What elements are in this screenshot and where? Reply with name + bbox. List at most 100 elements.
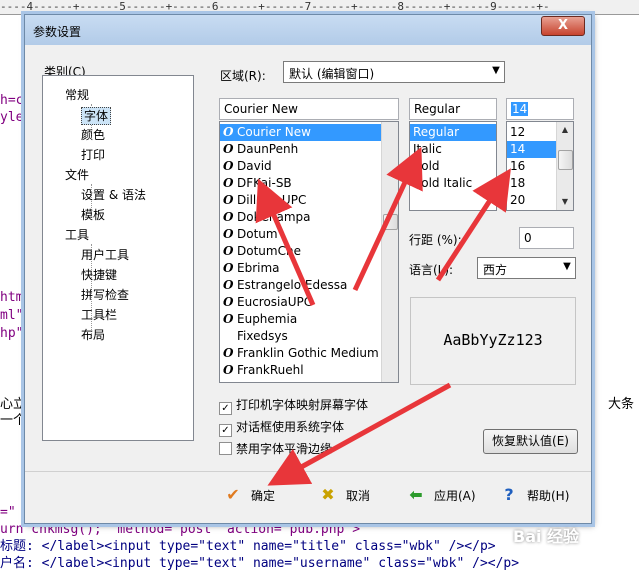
checkbox-printer-font-map[interactable]: ✓ 打印机字体映射屏幕字体: [219, 396, 368, 415]
language-dropdown[interactable]: 西方 ▼: [477, 257, 576, 279]
font-list-item[interactable]: O DFKai-SB: [220, 175, 382, 192]
tree-item-general[interactable]: 常规: [65, 87, 89, 103]
code-fragment: 心立: [0, 397, 27, 412]
code-fragment: ml": [0, 308, 24, 323]
font-list-item[interactable]: O DokChampa: [220, 209, 382, 226]
language-label: 语言(L):: [409, 263, 454, 277]
help-label: 帮助(H): [527, 489, 570, 503]
code-fragment: h=c: [0, 93, 24, 108]
font-list-item[interactable]: O Franklin Gothic Medium: [220, 345, 382, 362]
help-button[interactable]: ? 帮助(H): [499, 484, 569, 506]
opentype-font-icon: O: [223, 193, 234, 207]
arrow-left-icon: ⬅: [409, 485, 423, 504]
font-list-item[interactable]: Fixedsys: [220, 328, 382, 345]
opentype-font-icon: O: [223, 346, 234, 360]
font-name-value: Courier New: [224, 102, 298, 116]
tree-item-shortcuts[interactable]: 快捷键: [81, 267, 117, 283]
size-list-scrollbar[interactable]: ▲ ▼: [556, 122, 573, 210]
font-list-label: Courier New: [237, 125, 311, 139]
code-fragment: hp": [0, 326, 24, 341]
font-size-list[interactable]: 12 14 16 18 20 ▲ ▼: [506, 121, 574, 211]
font-list-item[interactable]: O Euphemia: [220, 311, 382, 328]
opentype-font-icon: O: [223, 312, 234, 326]
tree-item-tools[interactable]: 工具: [65, 227, 89, 243]
size-item[interactable]: 18: [507, 175, 557, 192]
line-spacing-value: 0: [524, 231, 532, 245]
scroll-down-icon[interactable]: ▼: [557, 194, 573, 210]
code-line: =": [0, 505, 16, 520]
tree-item-file[interactable]: 文件: [65, 167, 89, 183]
style-item-italic[interactable]: Italic: [410, 141, 496, 158]
size-item[interactable]: 12: [507, 124, 557, 141]
tree-item-settings-syntax[interactable]: 设置 & 语法: [81, 187, 146, 203]
tree-item-template[interactable]: 模板: [81, 207, 105, 223]
font-list-item[interactable]: O EucrosiaUPC: [220, 294, 382, 311]
tree-item-toolbar[interactable]: 工具栏: [81, 307, 117, 323]
line-spacing-field[interactable]: 0: [519, 227, 574, 249]
scrollbar-thumb[interactable]: [383, 214, 398, 230]
font-style-list[interactable]: Regular Italic Bold Bold Italic: [409, 121, 497, 211]
checkbox-icon[interactable]: ✓: [219, 402, 232, 415]
dialog-title: 参数设置: [33, 25, 82, 39]
font-list-item[interactable]: O DaunPenh: [220, 141, 382, 158]
check-icon: ✔: [226, 485, 240, 504]
font-name-list[interactable]: O Courier New O DaunPenh O David O DFKai-SB O Dil…: [219, 121, 399, 383]
font-list-item[interactable]: O Dotum: [220, 226, 382, 243]
cancel-label: 取消: [346, 489, 371, 503]
category-tree[interactable]: 常规 字体 颜色 打印 文件 设置 & 语法 模板 工具 用户工具 快捷键 拼写…: [42, 75, 194, 441]
style-item-regular[interactable]: Regular: [410, 124, 496, 141]
scroll-up-icon[interactable]: ▲: [557, 122, 573, 138]
font-list-item[interactable]: O David: [220, 158, 382, 175]
ok-label: 确定: [251, 489, 276, 503]
font-list-scrollbar[interactable]: [381, 122, 398, 382]
checkbox-icon[interactable]: [219, 442, 232, 455]
checkbox-dialog-system-font[interactable]: ✓ 对话框使用系统字体: [219, 418, 344, 437]
apply-button[interactable]: ⬅ 应用(A): [406, 484, 476, 506]
region-dropdown[interactable]: 默认 (编辑窗口) ▼: [283, 61, 505, 83]
apply-label: 应用(A): [434, 489, 476, 503]
checkbox-icon[interactable]: ✓: [219, 424, 232, 437]
font-name-field[interactable]: Courier New: [219, 98, 399, 120]
font-style-field[interactable]: Regular: [409, 98, 497, 120]
size-item[interactable]: 20: [507, 192, 557, 209]
tree-item-print[interactable]: 打印: [81, 147, 105, 163]
style-item-bold[interactable]: Bold: [410, 158, 496, 175]
restore-defaults-button[interactable]: 恢复默认值(E): [483, 429, 578, 454]
tree-item-layout[interactable]: 布局: [81, 327, 105, 343]
font-list-item[interactable]: O DilleniaUPC: [220, 192, 382, 209]
checkbox-disable-smoothing[interactable]: 禁用字体平滑边缘: [219, 440, 332, 457]
style-item-bold-italic[interactable]: Bold Italic: [410, 175, 496, 192]
opentype-font-icon: O: [223, 295, 234, 309]
font-list-item[interactable]: O DotumChe: [220, 243, 382, 260]
font-list-label: DFKai-SB: [237, 176, 292, 190]
ok-button[interactable]: ✔ 确定: [223, 484, 275, 506]
divider: [25, 471, 591, 472]
opentype-font-icon: O: [223, 159, 234, 173]
title-bar[interactable]: 参数设置 X: [25, 15, 591, 45]
font-list-label: FrankRuehl: [237, 363, 304, 377]
font-list-label: David: [237, 159, 272, 173]
tree-item-spellcheck[interactable]: 拼写检查: [81, 287, 129, 303]
chevron-down-icon: ▼: [492, 65, 500, 76]
chevron-down-icon: ▼: [563, 261, 571, 272]
font-size-value: 14: [511, 102, 529, 116]
font-list-item[interactable]: O Ebrima: [220, 260, 382, 277]
code-fragment: 一个: [0, 413, 27, 428]
size-item[interactable]: 16: [507, 158, 557, 175]
font-list-label: Estrangelo Edessa: [237, 278, 348, 292]
scrollbar-thumb[interactable]: [558, 150, 573, 170]
font-list-item[interactable]: O Courier New: [220, 124, 382, 141]
font-list-item[interactable]: O Estrangelo Edessa: [220, 277, 382, 294]
font-list-label: EucrosiaUPC: [237, 295, 313, 309]
tree-item-color[interactable]: 颜色: [81, 127, 105, 143]
code-line: urn chkmsg();" method="post" action="pub…: [0, 522, 361, 537]
cancel-button[interactable]: ✖ 取消: [318, 484, 370, 506]
size-item[interactable]: 14: [507, 141, 557, 158]
tree-item-user-tools[interactable]: 用户工具: [81, 247, 129, 263]
region-label: 区域(R):: [220, 69, 266, 83]
close-button[interactable]: X: [541, 16, 585, 36]
tree-item-font[interactable]: 字体: [81, 107, 112, 125]
font-list-item[interactable]: O FrankRuehl: [220, 362, 382, 379]
font-list-label: DokChampa: [237, 210, 311, 224]
font-size-field[interactable]: 14: [506, 98, 574, 120]
